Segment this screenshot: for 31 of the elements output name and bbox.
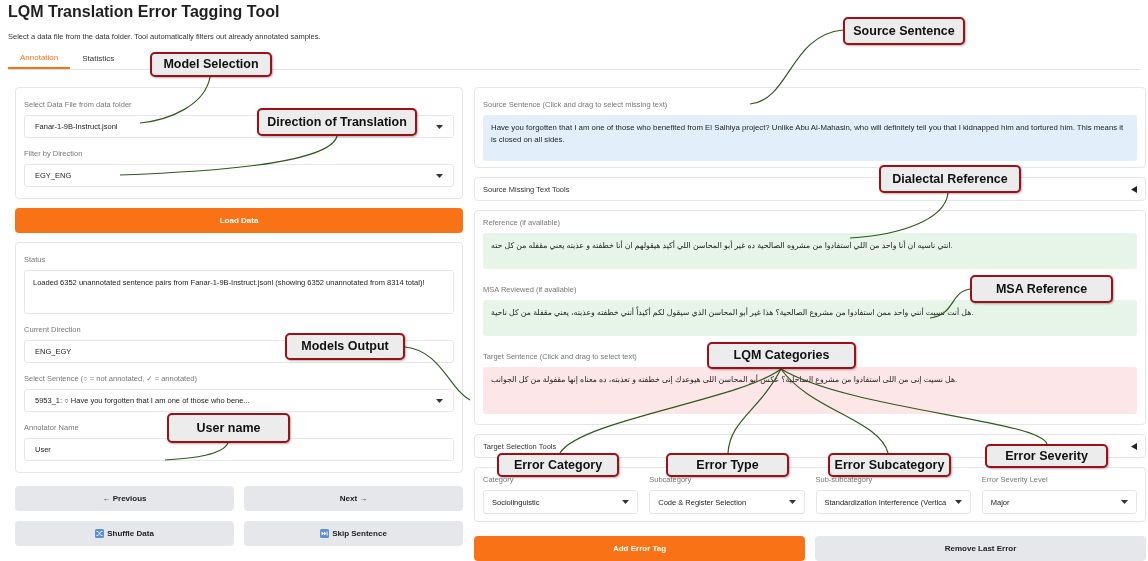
callout-tooltip: Source Sentence xyxy=(843,17,965,45)
caret-icon xyxy=(788,500,796,504)
callout-tooltip: Dialectal Reference xyxy=(879,165,1021,193)
callout-tooltip: MSA Reference xyxy=(970,275,1113,303)
leader-line xyxy=(139,76,211,124)
caret-icon xyxy=(1121,500,1128,504)
callout-tooltip: Error Type xyxy=(666,453,789,477)
remove-button[interactable]: Remove Last Error xyxy=(815,536,1146,561)
leader-line xyxy=(404,346,471,401)
callout-tooltip: Error Subcategory xyxy=(828,453,951,477)
leader-line xyxy=(164,442,229,461)
caret-icon xyxy=(436,173,443,178)
caret-icon xyxy=(436,124,443,129)
tab[interactable]: Statistics xyxy=(70,50,127,69)
nav-button[interactable]: Next → xyxy=(244,486,463,511)
caret-icon xyxy=(954,500,962,504)
shuffle-icon xyxy=(95,529,105,538)
caret-icon xyxy=(436,398,443,403)
caret-icon xyxy=(622,500,630,504)
nav-button[interactable]: Shuffle Data xyxy=(15,521,234,546)
nav-button[interactable]: Skip Sentence xyxy=(244,521,463,546)
callout-tooltip: User name xyxy=(167,413,290,443)
callout-tooltip: Model Selection xyxy=(150,52,272,77)
callout-tooltip: Error Severity xyxy=(985,444,1108,468)
app-title: LQM Translation Error Tagging Tool xyxy=(8,2,281,22)
callout-tooltip: Direction of Translation xyxy=(257,108,417,136)
callout-tooltip: Models Output xyxy=(285,333,405,360)
skip-icon xyxy=(320,529,330,538)
nav-button[interactable]: ← Previous xyxy=(15,486,234,511)
callout-tooltip: LQM Categories xyxy=(707,342,856,369)
callout-tooltip: Error Category xyxy=(497,453,619,477)
